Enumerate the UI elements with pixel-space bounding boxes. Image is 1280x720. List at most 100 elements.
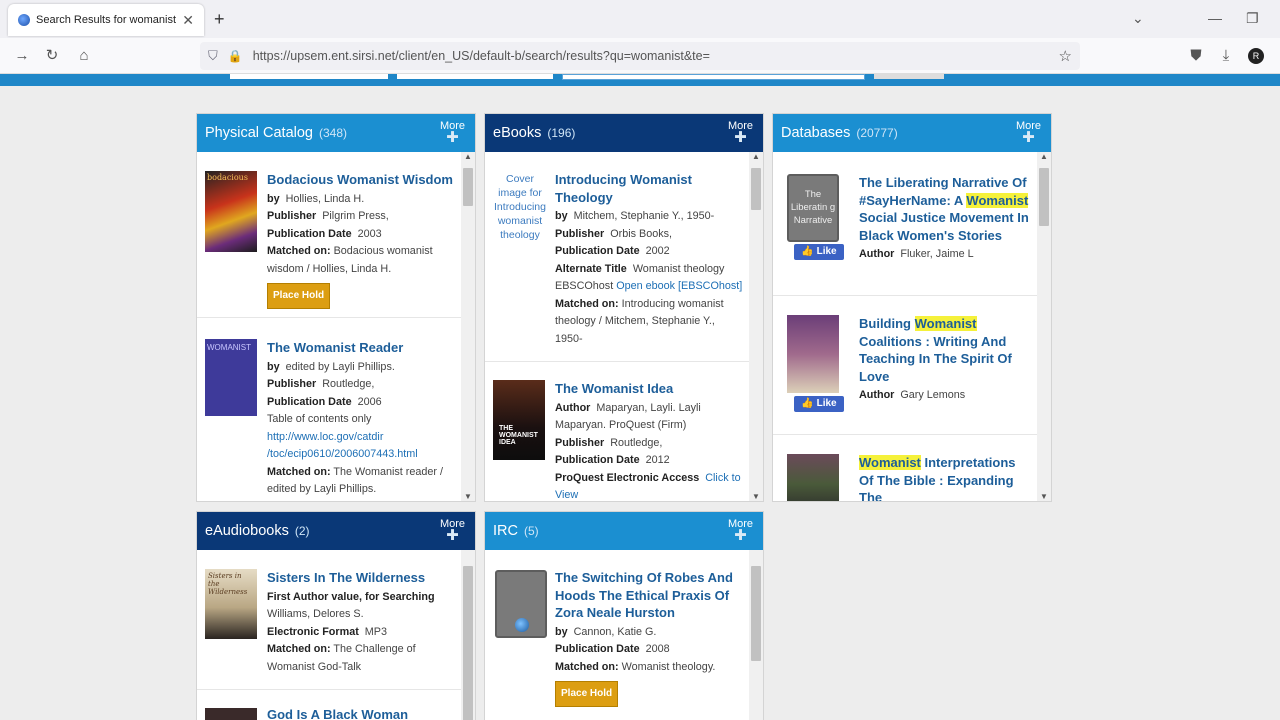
reload-icon[interactable]: ↻ bbox=[42, 46, 62, 66]
minimize-icon[interactable]: — bbox=[1208, 10, 1222, 26]
item-title-link[interactable]: The Switching Of Robes And Hoods The Eth… bbox=[555, 569, 745, 622]
lock-icon[interactable]: 🔒 bbox=[228, 49, 243, 63]
downloads-icon[interactable]: ⤓ bbox=[1216, 46, 1236, 66]
more-button[interactable]: More ✚ bbox=[728, 518, 753, 543]
ebooks-panel: eBooks (196) More ✚ Cover image for Intro… bbox=[484, 113, 764, 502]
scroll-up-icon[interactable]: ▲ bbox=[461, 152, 475, 161]
more-button[interactable]: More ✚ bbox=[440, 518, 465, 544]
date-value: 2012 bbox=[645, 454, 670, 466]
facebook-like-button[interactable]: 👍 Like bbox=[794, 244, 844, 260]
item-title-link[interactable]: Building Womanist Coalitions : Writing A… bbox=[859, 315, 1029, 385]
panel-body: The Switching Of Robes And Hoods The Eth… bbox=[485, 550, 749, 720]
generic-book-icon[interactable] bbox=[495, 570, 547, 638]
toc-link[interactable]: http://www.loc.gov/catdir bbox=[267, 431, 383, 443]
more-button[interactable]: More ✚ bbox=[1016, 120, 1041, 145]
place-hold-button[interactable]: Place Hold bbox=[555, 681, 619, 707]
item-title-link[interactable]: Sisters In The Wilderness bbox=[267, 569, 457, 587]
close-tab-icon[interactable]: ✕ bbox=[182, 12, 194, 29]
item-title-link[interactable]: God Is A Black Woman bbox=[267, 706, 457, 720]
list-item: Cover image for Introducing womanist the… bbox=[485, 152, 749, 362]
publisher-value: Routledge, bbox=[610, 436, 663, 449]
list-item: Womanist Interpretations Of The Bible : … bbox=[773, 436, 1037, 501]
field-label: Matched on: bbox=[555, 297, 619, 310]
plus-icon: ✚ bbox=[446, 527, 459, 544]
panel-scrollbar[interactable] bbox=[461, 550, 475, 720]
panel-scrollbar[interactable]: ▲ ▼ bbox=[749, 152, 763, 501]
highlighted-term: Womanist bbox=[914, 316, 977, 331]
address-bar[interactable]: ⛉ 🔒 https://upsem.ent.sirsi.net/client/e… bbox=[200, 42, 1080, 70]
panel-scrollbar[interactable]: ▲ ▼ bbox=[461, 152, 475, 501]
place-hold-button[interactable]: Place Hold bbox=[267, 283, 331, 309]
scroll-thumb[interactable] bbox=[463, 168, 473, 206]
scroll-thumb[interactable] bbox=[1039, 168, 1049, 226]
panel-title[interactable]: Physical Catalog bbox=[205, 125, 313, 141]
scroll-up-icon[interactable]: ▲ bbox=[749, 152, 763, 161]
scroll-down-icon[interactable]: ▼ bbox=[1037, 492, 1051, 501]
profile-avatar-icon[interactable]: R bbox=[1248, 48, 1264, 64]
scroll-up-icon[interactable]: ▲ bbox=[1037, 152, 1051, 161]
field-label: Publication Date bbox=[555, 245, 640, 257]
book-cover-image[interactable] bbox=[787, 454, 839, 501]
panel-title[interactable]: Databases bbox=[781, 125, 850, 141]
panel-title[interactable]: IRC bbox=[493, 523, 518, 539]
item-title-link[interactable]: Introducing Womanist Theology bbox=[555, 171, 745, 206]
database-cover-image[interactable]: The Liberatin g Narrative bbox=[787, 174, 839, 242]
list-item: God Is A Black Woman bbox=[197, 691, 461, 720]
panel-scrollbar[interactable]: ▲ ▼ bbox=[1037, 152, 1051, 501]
list-item: Sisters in the Wilderness Sisters In The… bbox=[197, 550, 461, 690]
field-label: Alternate Title bbox=[555, 262, 627, 275]
panel-count: (20777) bbox=[856, 126, 898, 140]
browser-tab[interactable]: Search Results for womanist ✕ bbox=[8, 4, 204, 36]
search-button-edge[interactable] bbox=[874, 74, 944, 79]
item-title-link[interactable]: Bodacious Womanist Wisdom bbox=[267, 171, 457, 189]
field-label: by bbox=[267, 360, 280, 373]
item-title-link[interactable]: Womanist Interpretations Of The Bible : … bbox=[859, 454, 1029, 501]
item-title-link[interactable]: The Liberating Narrative Of #SayHerName:… bbox=[859, 174, 1029, 244]
book-cover-image[interactable]: Sisters in the Wilderness bbox=[205, 569, 257, 639]
pocket-icon[interactable]: ⛊ bbox=[1186, 46, 1206, 66]
panel-title[interactable]: eAudiobooks bbox=[205, 523, 289, 539]
new-tab-icon[interactable]: + bbox=[214, 9, 225, 30]
book-cover-alt-text[interactable]: Cover image for Introducing womanist the… bbox=[493, 172, 547, 242]
search-field-edge[interactable] bbox=[230, 74, 388, 79]
scroll-down-icon[interactable]: ▼ bbox=[749, 492, 763, 501]
open-ebook-link[interactable]: Open ebook [EBSCOhost] bbox=[616, 280, 742, 292]
book-cover-image[interactable] bbox=[205, 708, 257, 720]
more-button[interactable]: More ✚ bbox=[440, 120, 465, 146]
book-cover-image[interactable]: bodacious bbox=[205, 171, 257, 252]
url-text[interactable]: https://upsem.ent.sirsi.net/client/en_US… bbox=[253, 49, 1059, 63]
item-title-link[interactable]: The Womanist Reader bbox=[267, 339, 457, 357]
scroll-thumb[interactable] bbox=[751, 168, 761, 210]
panel-title[interactable]: eBooks bbox=[493, 125, 541, 141]
author-value: Gary Lemons bbox=[900, 389, 966, 401]
toc-note: Table of contents only bbox=[267, 413, 372, 425]
bookmark-star-icon[interactable]: ☆ bbox=[1059, 47, 1072, 65]
eaudiobooks-panel: eAudiobooks (2) More ✚ Sisters in the Wil… bbox=[196, 511, 476, 720]
more-button[interactable]: More ✚ bbox=[728, 120, 753, 145]
tab-list-chevron-icon[interactable]: ⌄ bbox=[1132, 10, 1144, 27]
field-label: by bbox=[555, 625, 568, 638]
globe-icon bbox=[515, 618, 529, 632]
facebook-like-button[interactable]: 👍 Like bbox=[794, 396, 844, 412]
plus-icon: ✚ bbox=[446, 129, 459, 146]
restore-icon[interactable]: ❐ bbox=[1246, 10, 1259, 27]
panel-scrollbar[interactable] bbox=[749, 550, 763, 720]
item-title-link[interactable]: The Womanist Idea bbox=[555, 380, 745, 398]
panel-header: eBooks (196) More ✚ bbox=[485, 114, 763, 152]
book-cover-image[interactable]: WOMANIST bbox=[205, 339, 257, 416]
shield-icon[interactable]: ⛉ bbox=[208, 48, 218, 64]
scroll-thumb[interactable] bbox=[463, 566, 473, 720]
book-cover-image[interactable] bbox=[787, 315, 839, 393]
search-field-edge[interactable] bbox=[397, 74, 553, 79]
book-cover-image[interactable]: THE WOMANIST IDEA bbox=[493, 380, 545, 460]
scroll-down-icon[interactable]: ▼ bbox=[461, 492, 475, 501]
scroll-thumb[interactable] bbox=[751, 566, 761, 661]
browser-tabbar: Search Results for womanist ✕ + ⌄ — ❐ bbox=[0, 0, 1280, 38]
title-part: Building bbox=[859, 316, 915, 331]
home-icon[interactable]: ⌂ bbox=[74, 46, 94, 66]
date-value: 2008 bbox=[645, 643, 670, 655]
forward-icon[interactable]: → bbox=[12, 46, 32, 66]
search-input-edge[interactable] bbox=[562, 74, 865, 80]
toc-link[interactable]: /toc/ecip0610/2006007443.html bbox=[267, 448, 418, 460]
field-label: Publication Date bbox=[555, 643, 640, 655]
